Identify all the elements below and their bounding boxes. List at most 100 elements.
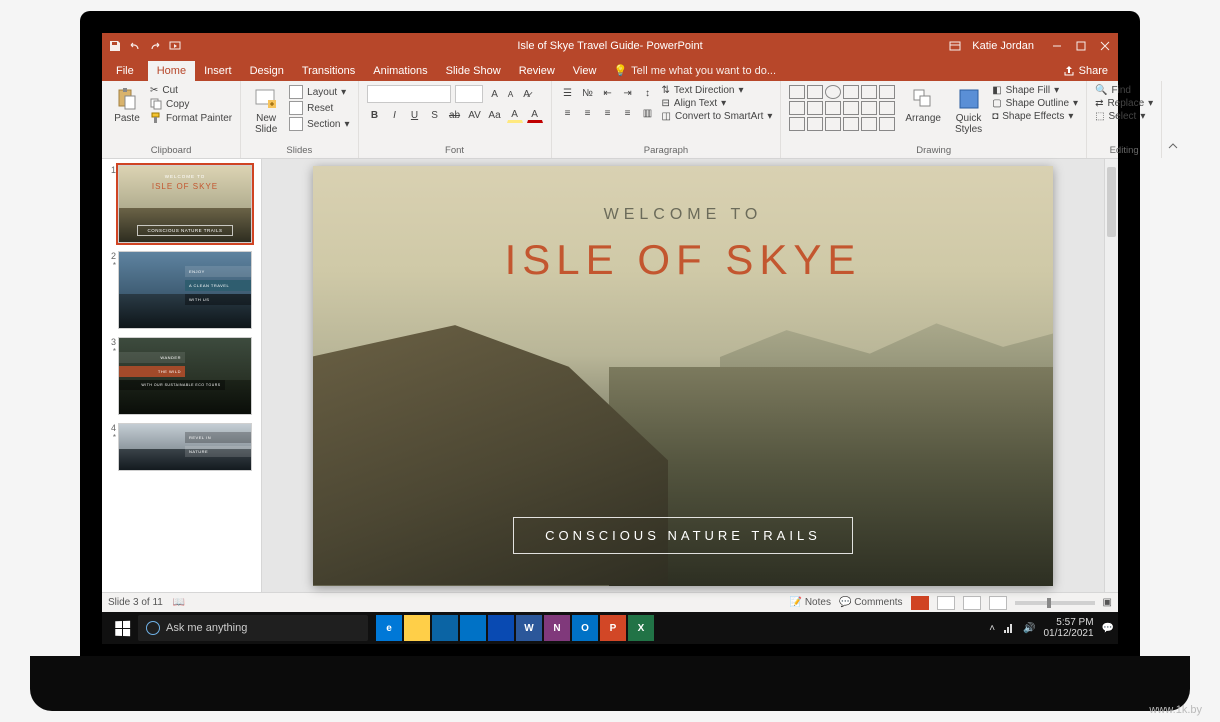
reset-button[interactable]: Reset (289, 101, 349, 115)
tab-insert[interactable]: Insert (195, 61, 241, 81)
font-highlight-button[interactable]: A (507, 107, 523, 123)
taskbar-app-onenote[interactable]: N (544, 615, 570, 641)
increase-indent-button[interactable]: ⇥ (620, 85, 636, 101)
new-slide-button[interactable]: New Slide (249, 85, 283, 137)
tab-file[interactable]: File (102, 61, 148, 81)
notes-button[interactable]: 📝 Notes (790, 597, 831, 608)
change-case-button[interactable]: Aa (487, 107, 503, 123)
font-size-combo[interactable] (455, 85, 483, 103)
slideshow-view-button[interactable] (989, 596, 1007, 610)
scrollbar-handle[interactable] (1107, 167, 1116, 237)
tab-view[interactable]: View (564, 61, 606, 81)
start-from-beginning-icon[interactable] (168, 39, 182, 53)
user-name[interactable]: Katie Jordan (972, 40, 1034, 52)
tab-design[interactable]: Design (241, 61, 293, 81)
slide-pretitle[interactable]: WELCOME TO (313, 206, 1053, 224)
slide-thumb-2[interactable]: ENJOY A CLEAN TRAVEL WITH US (118, 251, 252, 329)
text-direction-button[interactable]: ⇅Text Direction▾ (662, 85, 773, 96)
underline-button[interactable]: U (407, 107, 423, 123)
taskbar-app-outlook[interactable]: O (572, 615, 598, 641)
bold-button[interactable]: B (367, 107, 383, 123)
layout-button[interactable]: Layout▾ (289, 85, 349, 99)
convert-smartart-button[interactable]: ◫Convert to SmartArt▾ (662, 111, 773, 122)
slide-thumb-4[interactable]: REVEL IN NATURE (118, 423, 252, 471)
slide-thumb-1[interactable]: WELCOME TO ISLE OF SKYE CONSCIOUS NATURE… (118, 165, 252, 243)
justify-button[interactable]: ≡ (620, 105, 636, 121)
action-center-icon[interactable]: 💬 (1102, 623, 1114, 634)
tell-me[interactable]: 💡 Tell me what you want to do... (605, 60, 784, 81)
quick-styles-button[interactable]: Quick Styles (951, 85, 986, 137)
align-right-button[interactable]: ≡ (600, 105, 616, 121)
font-name-combo[interactable] (367, 85, 451, 103)
current-slide[interactable]: WELCOME TO ISLE OF SKYE CONSCIOUS NATURE… (313, 166, 1053, 586)
decrease-indent-button[interactable]: ⇤ (600, 85, 616, 101)
redo-icon[interactable] (148, 39, 162, 53)
taskbar-app-store[interactable] (432, 615, 458, 641)
cut-button[interactable]: ✂Cut (150, 85, 232, 96)
tab-transitions[interactable]: Transitions (293, 61, 364, 81)
taskbar-app-edge[interactable]: e (376, 615, 402, 641)
slide-caption[interactable]: CONSCIOUS NATURE TRAILS (513, 517, 853, 554)
replace-button[interactable]: ⇄Replace▾ (1095, 98, 1153, 109)
shapes-gallery[interactable] (789, 85, 895, 131)
char-spacing-button[interactable]: AV (467, 107, 483, 123)
close-icon[interactable] (1098, 39, 1112, 53)
strikethrough-button[interactable]: ab (447, 107, 463, 123)
taskbar-clock[interactable]: 5:57 PM 01/12/2021 (1043, 617, 1093, 639)
taskbar-app-powerpoint[interactable]: P (600, 615, 626, 641)
slide-sorter-view-button[interactable] (937, 596, 955, 610)
increase-font-icon[interactable]: A (487, 86, 503, 102)
slide-canvas-area[interactable]: WELCOME TO ISLE OF SKYE CONSCIOUS NATURE… (262, 159, 1104, 592)
taskbar-app-onedrive[interactable] (488, 615, 514, 641)
decrease-font-icon[interactable]: A (503, 86, 519, 102)
arrange-button[interactable]: Arrange (901, 85, 945, 126)
vertical-scrollbar[interactable] (1104, 159, 1118, 592)
section-button[interactable]: Section▾ (289, 117, 349, 131)
slide-title[interactable]: ISLE OF SKYE (313, 236, 1053, 284)
fit-to-window-button[interactable]: ▣ (1103, 597, 1112, 608)
align-left-button[interactable]: ≡ (560, 105, 576, 121)
tab-animations[interactable]: Animations (364, 61, 436, 81)
format-painter-button[interactable]: Format Painter (150, 112, 232, 124)
maximize-icon[interactable] (1074, 39, 1088, 53)
copy-button[interactable]: Copy (150, 98, 232, 110)
shape-fill-button[interactable]: ◧Shape Fill▾ (992, 85, 1078, 96)
tab-slideshow[interactable]: Slide Show (437, 61, 510, 81)
reading-view-button[interactable] (963, 596, 981, 610)
collapse-ribbon-button[interactable] (1162, 81, 1184, 158)
align-text-button[interactable]: ⊟Align Text▾ (662, 98, 773, 109)
clear-formatting-icon[interactable]: A̷ (519, 86, 535, 102)
tray-volume-icon[interactable]: 🔊 (1023, 623, 1035, 634)
italic-button[interactable]: I (387, 107, 403, 123)
line-spacing-button[interactable]: ↕ (640, 85, 656, 101)
ribbon-display-options-icon[interactable] (948, 39, 962, 53)
start-button[interactable] (106, 612, 138, 644)
numbering-button[interactable]: № (580, 85, 596, 101)
columns-button[interactable]: ▥ (640, 105, 656, 121)
shape-effects-button[interactable]: ◘Shape Effects▾ (992, 111, 1078, 122)
taskbar-app-word[interactable]: W (516, 615, 542, 641)
shape-outline-button[interactable]: ▢Shape Outline▾ (992, 98, 1078, 109)
share-button[interactable]: Share (1053, 61, 1118, 81)
taskbar-app-file-explorer[interactable] (404, 615, 430, 641)
spellcheck-icon[interactable]: 📖 (173, 597, 185, 608)
select-button[interactable]: ⬚Select▾ (1095, 111, 1153, 122)
slide-counter[interactable]: Slide 3 of 11 (108, 597, 163, 608)
font-color-button[interactable]: A (527, 107, 543, 123)
comments-button[interactable]: 💬 Comments (839, 597, 903, 608)
slide-thumb-3[interactable]: WANDER THE WILD WITH OUR SUSTAINABLE ECO… (118, 337, 252, 415)
taskbar-search[interactable]: Ask me anything (138, 615, 368, 641)
taskbar-app-excel[interactable]: X (628, 615, 654, 641)
bullets-button[interactable]: ☰ (560, 85, 576, 101)
zoom-slider[interactable] (1015, 601, 1095, 605)
tab-home[interactable]: Home (148, 61, 195, 81)
find-button[interactable]: 🔍Find (1095, 85, 1153, 96)
minimize-icon[interactable] (1050, 39, 1064, 53)
tray-chevron-up-icon[interactable]: ˄ (989, 623, 995, 634)
align-center-button[interactable]: ≡ (580, 105, 596, 121)
taskbar-app-mail[interactable] (460, 615, 486, 641)
tab-review[interactable]: Review (510, 61, 564, 81)
shadow-button[interactable]: S (427, 107, 443, 123)
normal-view-button[interactable] (911, 596, 929, 610)
paste-button[interactable]: Paste (110, 85, 144, 126)
